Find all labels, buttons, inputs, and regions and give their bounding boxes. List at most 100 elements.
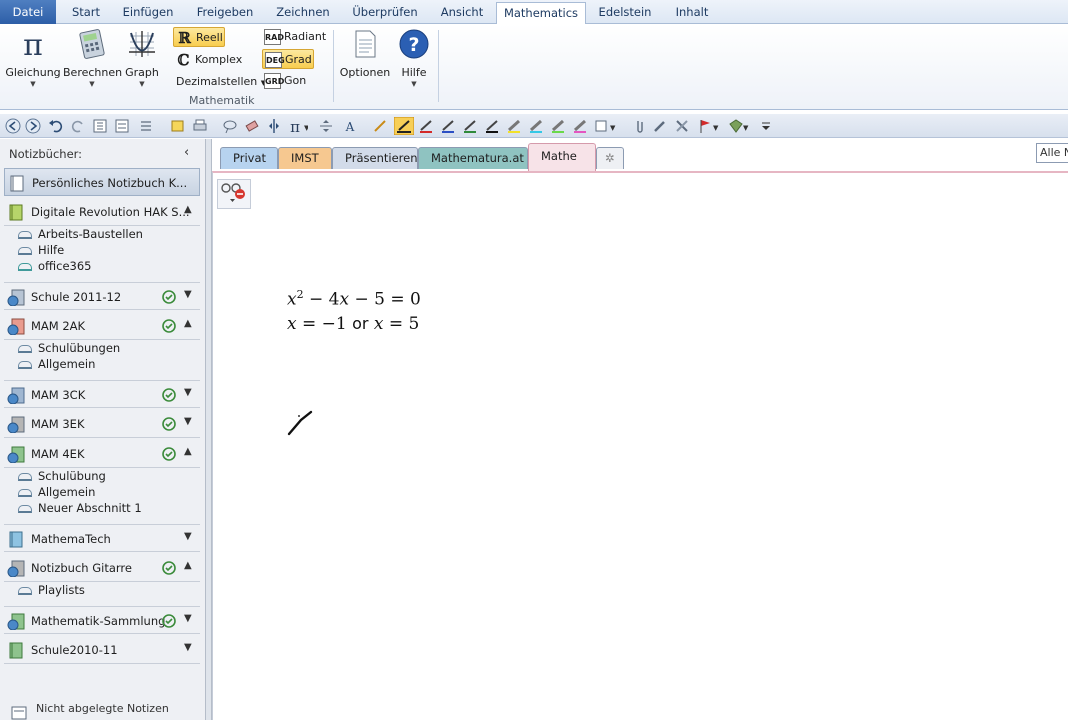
real-mode-button[interactable]: ℝ Reell: [173, 27, 225, 47]
flag-icon[interactable]: ▼: [698, 118, 720, 134]
section-allgemein[interactable]: Allgemein: [18, 357, 95, 373]
page-view-icon[interactable]: [92, 118, 108, 134]
chevron-down-icon[interactable]: ▼: [184, 642, 192, 653]
sync-icon: [162, 417, 176, 431]
section-office365[interactable]: office365: [18, 259, 92, 275]
notebook-schule2010-11[interactable]: Schule2010-11 ▼: [4, 636, 200, 664]
pen-blue-icon[interactable]: [440, 118, 456, 134]
unfiled-notes-link[interactable]: Nicht abgelegte Notizen: [0, 702, 206, 720]
new-section-tab[interactable]: ✲: [596, 147, 624, 169]
align-icon[interactable]: [318, 118, 334, 134]
help-button[interactable]: ? Hilfe ▼: [394, 28, 434, 88]
tag-icon[interactable]: ▼: [728, 118, 750, 134]
degree-button[interactable]: DEG Grad: [262, 49, 314, 69]
section-schuluebungen[interactable]: Schulübungen: [18, 341, 120, 357]
pen-black-icon[interactable]: [394, 117, 414, 135]
chevron-down-icon[interactable]: ▼: [184, 387, 192, 398]
gon-button[interactable]: GRD Gon: [262, 71, 310, 91]
notebook-mathematech[interactable]: MathemaTech ▼: [4, 524, 200, 552]
ink-stroke[interactable]: [285, 408, 315, 438]
highlighter-cyan-icon[interactable]: [528, 118, 544, 134]
section-allgemein-4ek[interactable]: Allgemein: [18, 485, 95, 501]
tab-ueberpruefen[interactable]: Überprüfen: [346, 2, 424, 24]
tab-mathematura[interactable]: Mathematura.at: [418, 147, 528, 169]
graph-button[interactable]: Graph ▼: [122, 28, 162, 88]
highlighter-green-icon[interactable]: [550, 118, 566, 134]
forward-icon[interactable]: [25, 118, 41, 134]
tab-datei[interactable]: Datei: [0, 0, 56, 24]
highlight-icon[interactable]: [170, 118, 186, 134]
chevron-up-icon[interactable]: ▲: [184, 204, 192, 215]
redo-icon[interactable]: [70, 118, 86, 134]
section-schuluebung[interactable]: Schulübung: [18, 469, 106, 485]
page-canvas[interactable]: x2 − 4x − 5 = 0 x = −1 or x = 5: [212, 171, 1068, 720]
bullets-icon[interactable]: [138, 118, 154, 134]
undo-icon[interactable]: [48, 118, 64, 134]
highlighter-pink-icon[interactable]: [572, 118, 588, 134]
chevron-down-icon[interactable]: ▼: [184, 531, 192, 542]
rad-icon: RAD: [264, 29, 284, 45]
chevron-down-icon[interactable]: ▼: [184, 416, 192, 427]
tab-edelstein[interactable]: Edelstein: [594, 2, 656, 24]
compute-button[interactable]: Berechnen ▼: [63, 28, 122, 88]
chevron-up-icon[interactable]: ▲: [184, 560, 192, 571]
back-icon[interactable]: [5, 118, 21, 134]
tab-inhalt[interactable]: Inhalt: [666, 2, 718, 24]
section-neuer-abschnitt[interactable]: Neuer Abschnitt 1: [18, 501, 142, 517]
section-playlists[interactable]: Playlists: [18, 583, 85, 599]
tab-start[interactable]: Start: [64, 2, 108, 24]
group-label-mathematik: Mathematik: [189, 94, 255, 107]
customize-toolbar-icon[interactable]: [758, 118, 774, 134]
tab-ansicht[interactable]: Ansicht: [432, 2, 492, 24]
insert-space-icon[interactable]: [266, 118, 282, 134]
chevron-up-icon[interactable]: ▲: [184, 318, 192, 329]
decimals-dropdown[interactable]: Dezimalstellen ▼: [173, 72, 266, 92]
wrench-icon[interactable]: [652, 118, 668, 134]
pen-green-icon[interactable]: [462, 118, 478, 134]
ink-to-text-icon[interactable]: A: [342, 118, 358, 134]
pen-dark-icon[interactable]: [484, 118, 500, 134]
eraser-icon[interactable]: [244, 118, 260, 134]
notebook-mathematik-sammlung[interactable]: Mathematik-Sammlung ▼: [4, 606, 200, 634]
options-button[interactable]: Optionen: [338, 28, 392, 79]
search-input[interactable]: Alle N: [1036, 143, 1068, 163]
print-icon[interactable]: [192, 118, 208, 134]
pen-icon[interactable]: [372, 118, 388, 134]
tab-mathe[interactable]: Mathe: [528, 143, 596, 171]
chevron-down-icon[interactable]: ▼: [184, 613, 192, 624]
calculator-icon: [79, 29, 105, 59]
highlighter-yellow-icon[interactable]: [506, 118, 522, 134]
tools-icon[interactable]: [674, 118, 690, 134]
equation-block[interactable]: x2 − 4x − 5 = 0 x = −1 or x = 5: [287, 283, 421, 336]
lasso-icon[interactable]: [222, 118, 238, 134]
shapes-icon[interactable]: ▼: [594, 118, 616, 134]
chevron-up-icon[interactable]: ▲: [184, 446, 192, 457]
notebook-persoenliches[interactable]: Persönliches Notizbuch K...: [4, 168, 200, 196]
list-icon[interactable]: [114, 118, 130, 134]
math-pi-icon[interactable]: π ▼: [288, 118, 308, 134]
tab-praesentieren[interactable]: Präsentieren: [332, 147, 418, 169]
collapse-nav-icon[interactable]: ‹: [184, 145, 189, 160]
notebook-gitarre[interactable]: Notizbuch Gitarre ▲: [4, 554, 200, 582]
tab-privat[interactable]: Privat: [220, 147, 278, 169]
notebook-mam-4ek[interactable]: MAM 4EK ▲: [4, 440, 200, 468]
tab-freigeben[interactable]: Freigeben: [190, 2, 260, 24]
notebook-schule-2011-12[interactable]: Schule 2011-12 ▼: [4, 282, 200, 310]
notebook-mam-3ck[interactable]: MAM 3CK ▼: [4, 380, 200, 408]
tab-imst[interactable]: IMST: [278, 147, 332, 169]
section-arbeits-baustellen[interactable]: Arbeits-Baustellen: [18, 227, 143, 243]
notebook-mam-2ak[interactable]: MAM 2AK ▲: [4, 312, 200, 340]
notebook-mam-3ek[interactable]: MAM 3EK ▼: [4, 410, 200, 438]
complex-mode-button[interactable]: ℂ Komplex: [173, 50, 245, 70]
tab-zeichnen[interactable]: Zeichnen: [270, 2, 336, 24]
notebook-digitale-revolution[interactable]: Digitale Revolution HAK S... ▲: [4, 198, 200, 226]
section-hilfe[interactable]: Hilfe: [18, 243, 64, 259]
math-tool-icon[interactable]: [217, 179, 251, 209]
chevron-down-icon[interactable]: ▼: [184, 289, 192, 300]
tab-einfuegen[interactable]: Einfügen: [116, 2, 180, 24]
radian-button[interactable]: RAD Radiant: [262, 27, 330, 47]
attach-icon[interactable]: [632, 118, 648, 134]
equation-button[interactable]: π Gleichung ▼: [4, 28, 62, 88]
tab-mathematics[interactable]: Mathematics: [496, 2, 586, 25]
pen-red-icon[interactable]: [418, 118, 434, 134]
